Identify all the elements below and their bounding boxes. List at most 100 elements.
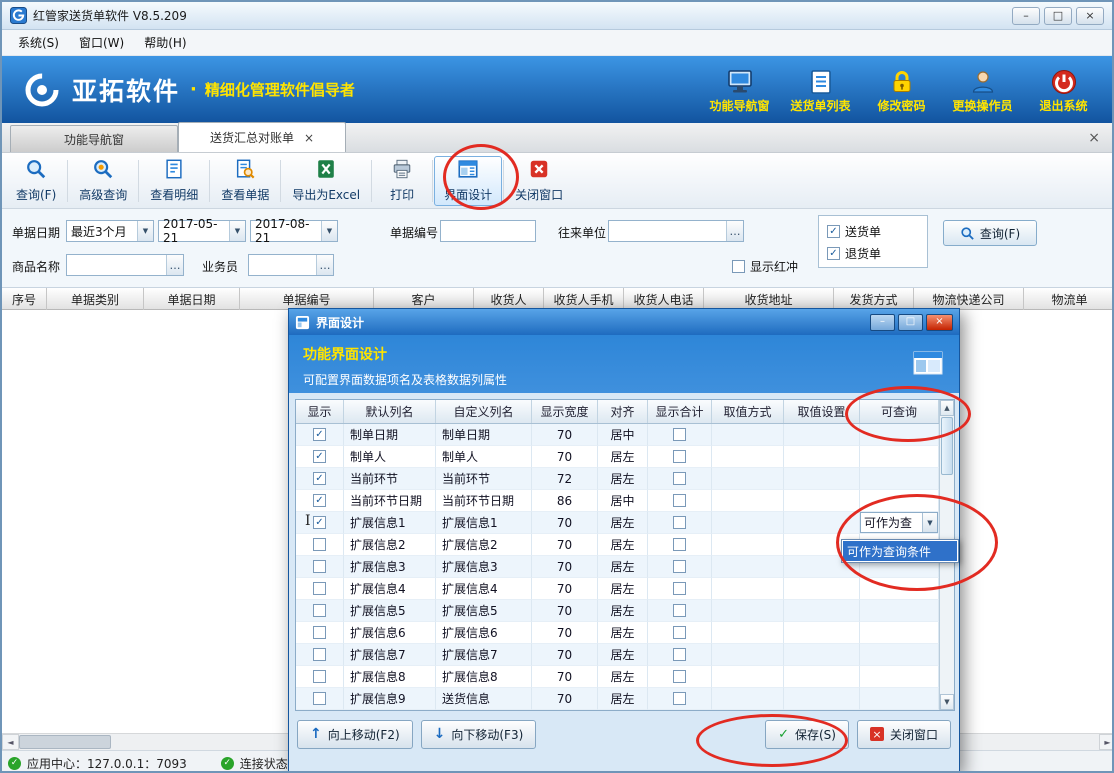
grid-column-header[interactable]: 序号	[2, 288, 47, 310]
grid-column-header[interactable]: 收货人手机	[544, 288, 624, 310]
show-total-checkbox[interactable]	[673, 604, 686, 617]
visible-checkbox[interactable]	[313, 626, 326, 639]
dialog-maximize-button[interactable]: □	[898, 314, 923, 331]
chevron-down-icon[interactable]: ▼	[229, 221, 245, 241]
partner-input[interactable]: …	[608, 220, 744, 242]
banner-action-monitor[interactable]: 功能导航窗	[699, 66, 780, 114]
ellipsis-button[interactable]: …	[316, 255, 333, 275]
banner-action-password[interactable]: 修改密码	[861, 66, 942, 114]
visible-checkbox[interactable]	[313, 604, 326, 617]
dialog-column-header[interactable]: 取值方式	[712, 400, 784, 423]
toolbar-button-print[interactable]: 打印	[373, 156, 431, 206]
dialog-table-row[interactable]: ✓扩展信息1扩展信息170居左可作为查▼	[296, 512, 939, 534]
scrollbar-thumb[interactable]	[941, 417, 953, 475]
dialog-table-row[interactable]: ✓制单日期制单日期70居中	[296, 424, 939, 446]
show-total-checkbox[interactable]	[673, 648, 686, 661]
dialog-table-row[interactable]: 扩展信息4扩展信息470居左	[296, 578, 939, 600]
delivery-checkbox-row[interactable]: ✓ 送货单	[827, 220, 919, 242]
return-checkbox-row[interactable]: ✓ 退货单	[827, 242, 919, 264]
show-total-checkbox[interactable]	[673, 626, 686, 639]
dialog-table-row[interactable]: 扩展信息9送货信息70居左	[296, 688, 939, 710]
date-from-picker[interactable]: 2017-05-21 ▼	[158, 220, 246, 242]
visible-checkbox[interactable]	[313, 692, 326, 705]
show-total-checkbox[interactable]	[673, 428, 686, 441]
query-button[interactable]: 查询(F)	[943, 220, 1037, 246]
close-button[interactable]: ×	[1076, 7, 1104, 25]
banner-action-exit[interactable]: 退出系统	[1023, 66, 1104, 114]
dialog-table-row[interactable]: 扩展信息7扩展信息770居左	[296, 644, 939, 666]
show-total-checkbox[interactable]	[673, 582, 686, 595]
chevron-down-icon[interactable]: ▼	[137, 221, 153, 241]
show-red-checkbox[interactable]	[732, 260, 745, 273]
dialog-column-header[interactable]: 显示宽度	[532, 400, 598, 423]
grid-column-header[interactable]: 单据编号	[240, 288, 374, 310]
grid-column-header[interactable]: 收货人电话	[624, 288, 704, 310]
grid-column-header[interactable]: 单据类别	[47, 288, 144, 310]
delivery-checkbox[interactable]: ✓	[827, 225, 840, 238]
date-to-picker[interactable]: 2017-08-21 ▼	[250, 220, 338, 242]
show-total-checkbox[interactable]	[673, 692, 686, 705]
menu-item[interactable]: 窗口(W)	[69, 30, 134, 55]
grid-column-header[interactable]: 物流快递公司	[914, 288, 1024, 310]
toolbar-button-view-bill[interactable]: 查看单据	[211, 156, 279, 206]
return-checkbox[interactable]: ✓	[827, 247, 840, 260]
date-preset-select[interactable]: 最近3个月 ▼	[66, 220, 154, 242]
bill-no-input[interactable]	[440, 220, 536, 242]
dialog-column-header[interactable]: 可查询	[860, 400, 939, 423]
menu-item[interactable]: 系统(S)	[8, 30, 69, 55]
ellipsis-button[interactable]: …	[726, 221, 743, 241]
dialog-table-row[interactable]: 扩展信息6扩展信息670居左	[296, 622, 939, 644]
scroll-left-icon[interactable]: ◄	[2, 734, 19, 750]
visible-checkbox[interactable]	[313, 582, 326, 595]
save-button[interactable]: ✓ 保存(S)	[765, 720, 849, 749]
dialog-column-header[interactable]: 自定义列名	[436, 400, 532, 423]
show-total-checkbox[interactable]	[673, 472, 686, 485]
dialog-column-header[interactable]: 显示	[296, 400, 344, 423]
close-dialog-button[interactable]: × 关闭窗口	[857, 720, 951, 749]
visible-checkbox[interactable]: ✓	[313, 450, 326, 463]
visible-checkbox[interactable]	[313, 560, 326, 573]
visible-checkbox[interactable]: ✓	[313, 472, 326, 485]
show-total-checkbox[interactable]	[673, 516, 686, 529]
grid-column-header[interactable]: 物流单	[1024, 288, 1114, 310]
banner-action-operator[interactable]: 更换操作员	[942, 66, 1023, 114]
dialog-table-row[interactable]: 扩展信息5扩展信息570居左	[296, 600, 939, 622]
grid-column-header[interactable]: 发货方式	[834, 288, 914, 310]
scrollbar-thumb[interactable]	[19, 735, 111, 749]
toolbar-button-search[interactable]: 查询(F)	[6, 156, 66, 206]
scroll-right-icon[interactable]: ►	[1099, 734, 1114, 750]
tab[interactable]: 功能导航窗	[10, 125, 178, 152]
toolbar-button-view-detail[interactable]: 查看明细	[140, 156, 208, 206]
move-up-button[interactable]: ↑ 向上移动(F2)	[297, 720, 413, 749]
grid-column-header[interactable]: 收货地址	[704, 288, 834, 310]
dialog-table-row[interactable]: ✓制单人制单人70居左	[296, 446, 939, 468]
dialog-minimize-button[interactable]: –	[870, 314, 895, 331]
move-down-button[interactable]: ↓ 向下移动(F3)	[421, 720, 537, 749]
show-total-checkbox[interactable]	[673, 494, 686, 507]
show-red-checkbox-row[interactable]: 显示红冲	[732, 255, 798, 277]
chevron-down-icon[interactable]: ▼	[321, 221, 337, 241]
minimize-button[interactable]: –	[1012, 7, 1040, 25]
toolbar-button-advanced-search[interactable]: 高级查询	[69, 156, 137, 206]
dialog-close-button[interactable]: ×	[926, 314, 953, 331]
visible-checkbox[interactable]	[313, 648, 326, 661]
maximize-button[interactable]: □	[1044, 7, 1072, 25]
product-input[interactable]: …	[66, 254, 184, 276]
dialog-table-row[interactable]: 扩展信息8扩展信息870居左	[296, 666, 939, 688]
grid-column-header[interactable]: 单据日期	[144, 288, 240, 310]
show-total-checkbox[interactable]	[673, 538, 686, 551]
tabstrip-close-icon[interactable]: ×	[1088, 130, 1100, 146]
ellipsis-button[interactable]: …	[166, 255, 183, 275]
visible-checkbox[interactable]	[313, 670, 326, 683]
grid-column-header[interactable]: 收货人	[474, 288, 544, 310]
toolbar-button-excel[interactable]: 导出为Excel	[282, 156, 370, 206]
visible-checkbox[interactable]: ✓	[313, 428, 326, 441]
dialog-table-row[interactable]: ✓当前环节当前环节72居左	[296, 468, 939, 490]
dialog-column-header[interactable]: 对齐	[598, 400, 648, 423]
tab[interactable]: 送货汇总对账单×	[178, 122, 346, 152]
scroll-down-icon[interactable]: ▼	[940, 694, 954, 710]
dialog-column-header[interactable]: 显示合计	[648, 400, 712, 423]
grid-column-header[interactable]: 客户	[374, 288, 474, 310]
dialog-column-header[interactable]: 默认列名	[344, 400, 436, 423]
salesman-input[interactable]: …	[248, 254, 334, 276]
